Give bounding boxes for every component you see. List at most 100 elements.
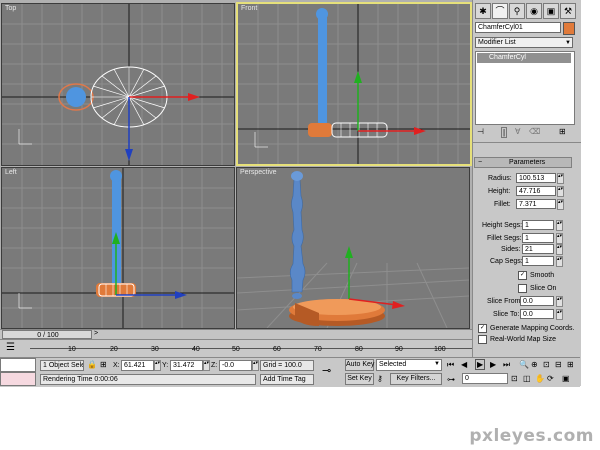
y-spinner[interactable]: ▴▾ <box>203 360 210 371</box>
height-segs-field[interactable]: 1 <box>522 220 554 230</box>
y-field[interactable]: 31.472 <box>170 360 203 371</box>
orbit-icon[interactable]: ⟳ <box>547 374 554 383</box>
smooth-checkbox[interactable]: ✓ <box>518 271 527 280</box>
next-frame-icon[interactable]: > <box>94 330 98 337</box>
viewport-top[interactable]: Top <box>1 3 235 166</box>
smooth-label: Smooth <box>530 272 555 279</box>
field-of-view-icon[interactable]: ◫ <box>523 374 531 383</box>
lock-icon[interactable]: 🔒 <box>87 360 97 369</box>
cap-segs-spinner[interactable]: ▴▾ <box>556 256 563 267</box>
x-label: X: <box>113 362 120 369</box>
configure-sets-icon[interactable]: ⊞ <box>559 127 566 136</box>
z-spinner[interactable]: ▴▾ <box>252 360 259 371</box>
x-spinner[interactable]: ▴▾ <box>154 360 161 371</box>
real-world-checkbox[interactable] <box>478 335 487 344</box>
x-field[interactable]: 61.421 <box>121 360 154 371</box>
zoom-all-icon[interactable]: ⊕ <box>531 360 538 369</box>
go-to-start-icon[interactable]: ⏮ <box>447 360 454 370</box>
make-unique-icon[interactable]: ∀ <box>515 127 520 136</box>
maxscript-listener[interactable] <box>0 358 36 372</box>
fillet-segs-spinner[interactable]: ▴▾ <box>556 233 563 244</box>
zoom-extents-icon[interactable]: ⊡ <box>543 360 550 369</box>
height-spinner[interactable]: ▴▾ <box>557 186 564 197</box>
fillet-segs-field[interactable]: 1 <box>522 233 554 243</box>
parameters-title: Parameters <box>509 159 546 166</box>
go-to-end-icon[interactable]: ⏭ <box>503 360 510 370</box>
separator <box>473 142 581 143</box>
fillet-spinner[interactable]: ▴▾ <box>557 199 564 210</box>
create-icon[interactable]: ✱ <box>475 3 491 19</box>
time-config-icon[interactable]: ⊞ <box>567 360 574 369</box>
sides-field[interactable]: 21 <box>522 244 554 254</box>
track-bar[interactable]: ☰ 10 20 30 40 50 60 70 80 90 100 <box>0 339 472 358</box>
show-end-result-icon[interactable]: | <box>501 127 508 138</box>
modifier-stack: ChamferCyl <box>475 51 575 125</box>
region-zoom-icon[interactable]: ⊡ <box>511 374 518 383</box>
gen-mapping-checkbox[interactable]: ✓ <box>478 324 487 333</box>
viewport-front[interactable]: Front <box>236 2 472 166</box>
zoom-icon[interactable]: 🔍 <box>519 360 529 369</box>
slice-to-field[interactable]: 0.0 <box>520 309 554 319</box>
modifier-list-dropdown[interactable]: Modifier List ▼ <box>475 37 573 48</box>
absolute-mode-icon[interactable]: ⊞ <box>100 360 107 369</box>
height-field[interactable]: 47.716 <box>516 186 556 196</box>
set-key-button[interactable]: Set Key <box>345 373 374 385</box>
fillet-segs-label: Fillet Segs: <box>487 235 522 242</box>
track-tick: 60 <box>273 346 281 353</box>
key-icon[interactable]: ⚷ <box>377 374 383 383</box>
key-mode-toggle-icon[interactable]: ⊶ <box>447 375 455 384</box>
watermark-logo: pxleyes.com <box>469 426 594 446</box>
slice-to-spinner[interactable]: ▴▾ <box>556 309 563 320</box>
current-frame-field[interactable]: 0 <box>462 373 508 384</box>
add-time-tag[interactable]: Add Time Tag <box>260 374 314 385</box>
chevron-down-icon[interactable]: ▼ <box>565 38 571 48</box>
next-frame-icon[interactable]: ▶ <box>490 360 496 369</box>
radius-spinner[interactable]: ▴▾ <box>557 173 564 184</box>
stack-toolbar: ⊣ | ∀ ⌫ ⊞ <box>475 127 573 139</box>
chevron-down-icon[interactable]: ▼ <box>434 360 440 369</box>
utilities-icon[interactable]: ⚒ <box>560 3 576 19</box>
viewport-perspective[interactable]: Perspective <box>236 167 470 329</box>
selected-dropdown[interactable]: Selected ▼ <box>376 359 442 371</box>
viewport-left[interactable]: Left <box>1 167 235 329</box>
track-bar-menu-icon[interactable]: ☰ <box>6 342 15 353</box>
pin-stack-icon[interactable]: ⊣ <box>477 127 484 136</box>
radius-field[interactable]: 100.513 <box>516 173 556 183</box>
height-segs-spinner[interactable]: ▴▾ <box>556 220 563 231</box>
cap-segs-field[interactable]: 1 <box>522 256 554 266</box>
hierarchy-icon[interactable]: ⚲ <box>509 3 525 19</box>
slice-on-checkbox[interactable] <box>518 284 527 293</box>
selected-label: Selected <box>379 361 407 368</box>
fillet-field[interactable]: 7.371 <box>516 199 556 209</box>
display-icon[interactable]: ▣ <box>543 3 559 19</box>
z-field[interactable]: -0.0 <box>219 360 252 371</box>
sides-spinner[interactable]: ▴▾ <box>556 244 563 255</box>
remove-modifier-icon[interactable]: ⌫ <box>529 127 540 136</box>
track-tick: 20 <box>110 346 118 353</box>
key-filters-button[interactable]: Key Filters... <box>390 373 442 385</box>
status-bar: 1 Object Sele 🔒 ⊞ X: 61.421 ▴▾ Y: 31.472… <box>0 357 580 387</box>
modify-icon[interactable]: ⌒ <box>492 3 508 19</box>
cap-segs-label: Cap Segs: <box>490 258 523 265</box>
slice-from-spinner[interactable]: ▴▾ <box>556 296 563 307</box>
slice-from-field[interactable]: 0.0 <box>520 296 554 306</box>
previous-frame-icon[interactable]: ◀ <box>461 360 467 369</box>
maximize-viewport-icon[interactable]: ▣ <box>562 374 570 383</box>
frame-readout[interactable]: 0 / 100 <box>2 330 92 339</box>
selection-info: 1 Object Sele <box>40 360 84 371</box>
zoom-extents-all-icon[interactable]: ⊟ <box>555 360 562 369</box>
object-color-swatch[interactable] <box>563 22 575 35</box>
z-label: Z: <box>211 362 218 369</box>
parameters-rollout-header[interactable]: − Parameters <box>474 157 572 168</box>
track-tick: 10 <box>68 346 76 353</box>
object-name-field[interactable]: ChamferCyl01 <box>475 22 561 33</box>
play-icon[interactable]: ▶ <box>475 359 486 370</box>
maxscript-listener-pink[interactable] <box>0 372 36 386</box>
motion-icon[interactable]: ◉ <box>526 3 542 19</box>
modifier-stack-item[interactable]: ChamferCyl <box>477 53 571 63</box>
pan-icon[interactable]: ✋ <box>535 374 545 383</box>
front-view-graphics <box>238 4 470 164</box>
track-tick: 80 <box>355 346 363 353</box>
auto-key-button[interactable]: Auto Key <box>345 359 374 371</box>
key-mode-icon[interactable]: ⊸ <box>322 364 331 377</box>
